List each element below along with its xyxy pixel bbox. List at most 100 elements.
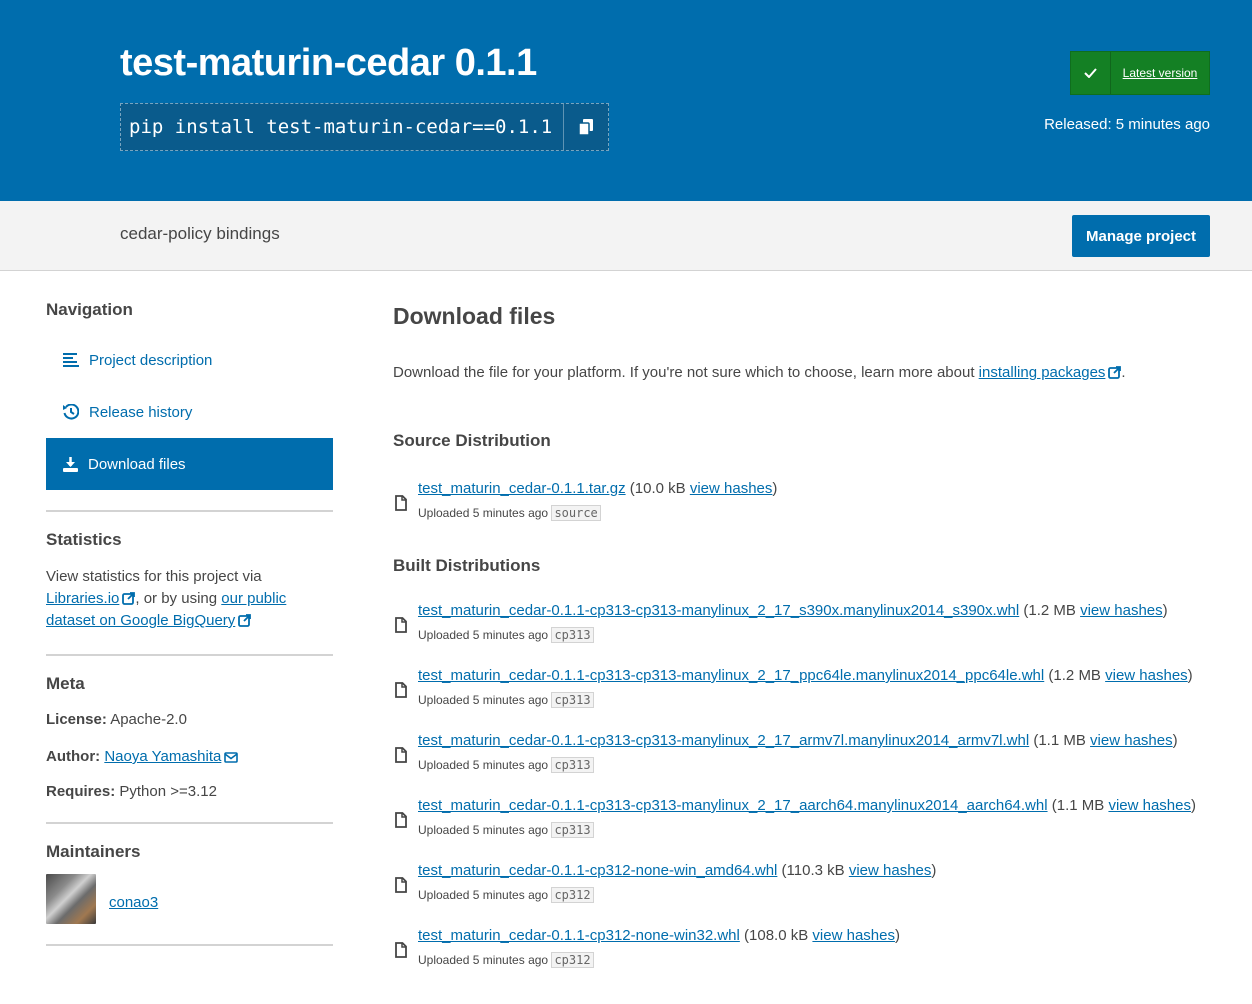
python-tag: cp312 [551,887,594,903]
libraries-io-link[interactable]: Libraries.io [46,590,136,607]
copy-button[interactable] [563,104,608,150]
statistics-text: View statistics for this project via Lib… [46,566,333,632]
meta-heading: Meta [46,674,85,693]
package-title: test-maturin-cedar 0.1.1 [120,42,537,84]
file-icon [395,942,407,958]
author-row: Author: Naoya Yamashita [46,748,333,765]
file-download-link[interactable]: test_maturin_cedar-0.1.1-cp312-none-win_… [418,862,777,879]
upload-info: Uploaded 5 minutes ago source [418,505,1213,521]
view-hashes-link[interactable]: view hashes [1105,667,1188,684]
file-row: test_maturin_cedar-0.1.1-cp313-cp313-man… [393,667,1213,732]
requires-label: Requires: [46,783,116,800]
file-size: 1.1 MB [1056,797,1105,814]
view-hashes-link[interactable]: view hashes [812,927,895,944]
python-tag: source [551,505,601,521]
uploaded-time: Uploaded 5 minutes ago [418,628,549,642]
external-link-icon [238,614,252,627]
file-icon [395,747,407,763]
file-icon-wrap [395,877,407,898]
file-download-link[interactable]: test_maturin_cedar-0.1.1-cp313-cp313-man… [418,602,1019,619]
file-download-link[interactable]: test_maturin_cedar-0.1.1.tar.gz [418,480,626,497]
stats-text: View statistics for this project via [46,568,262,585]
license-label: License: [46,711,107,728]
upload-info: Uploaded 5 minutes ago cp312 [418,887,1213,903]
latest-version-badge[interactable]: Latest version [1070,51,1210,95]
file-icon-wrap [395,682,407,703]
divider [46,654,333,656]
divider [46,944,333,946]
built-distributions-heading: Built Distributions [393,556,541,575]
manage-project-button[interactable]: Manage project [1072,215,1210,257]
external-link-icon [1108,366,1122,379]
avatar[interactable] [46,874,96,924]
author-label: Author: [46,748,101,765]
vertical-nav: Project description Release history Down… [46,334,333,490]
package-summary: cedar-policy bindings [120,224,280,243]
file-download-link[interactable]: test_maturin_cedar-0.1.1-cp313-cp313-man… [418,667,1044,684]
uploaded-time: Uploaded 5 minutes ago [418,953,549,967]
upload-info: Uploaded 5 minutes ago cp313 [418,822,1213,838]
file-line: test_maturin_cedar-0.1.1.tar.gz (10.0 kB… [418,480,778,497]
file-line: test_maturin_cedar-0.1.1-cp313-cp313-man… [418,797,1196,814]
file-size: 108.0 kB [749,927,809,944]
view-hashes-link[interactable]: view hashes [1090,732,1173,749]
file-icon-wrap [395,747,407,768]
stats-text: , or by using [135,590,218,607]
maintainer-item[interactable]: conao3 [46,874,333,924]
file-icon [395,495,407,511]
uploaded-time: Uploaded 5 minutes ago [418,758,549,772]
file-size: 1.2 MB [1028,602,1076,619]
upload-info: Uploaded 5 minutes ago cp313 [418,692,1213,708]
upload-info: Uploaded 5 minutes ago cp313 [418,757,1213,773]
requires-row: Requires: Python >=3.12 [46,783,333,800]
file-line: test_maturin_cedar-0.1.1-cp313-cp313-man… [418,602,1168,619]
pip-command-box: pip install test-maturin-cedar==0.1.1 [120,103,609,151]
nav-download-files[interactable]: Download files [46,438,333,490]
nav-label: Project description [89,351,213,369]
installing-packages-link[interactable]: installing packages [979,364,1122,381]
check-icon [1071,52,1111,94]
view-hashes-link[interactable]: view hashes [690,480,773,497]
file-download-link[interactable]: test_maturin_cedar-0.1.1-cp313-cp313-man… [418,797,1048,814]
file-row: test_maturin_cedar-0.1.1-cp313-cp313-man… [393,602,1213,667]
nav-label: Download files [88,455,186,473]
file-size: 1.2 MB [1053,667,1101,684]
envelope-icon [224,752,239,763]
python-tag: cp313 [551,627,594,643]
upload-info: Uploaded 5 minutes ago cp313 [418,627,1213,643]
author-email-link[interactable]: Naoya Yamashita [104,748,239,765]
license-row: License: Apache-2.0 [46,711,333,728]
maintainers-heading: Maintainers [46,842,141,861]
align-left-icon [63,353,79,367]
file-line: test_maturin_cedar-0.1.1-cp312-none-win3… [418,927,900,944]
requires-value: Python >=3.12 [119,783,217,800]
author-value: Naoya Yamashita [104,748,222,765]
uploaded-time: Uploaded 5 minutes ago [418,693,549,707]
nav-label: Release history [89,403,193,421]
view-hashes-link[interactable]: view hashes [849,862,932,879]
view-hashes-link[interactable]: view hashes [1080,602,1163,619]
file-download-link[interactable]: test_maturin_cedar-0.1.1-cp313-cp313-man… [418,732,1029,749]
file-line: test_maturin_cedar-0.1.1-cp313-cp313-man… [418,732,1178,749]
download-icon [63,456,78,472]
file-download-link[interactable]: test_maturin_cedar-0.1.1-cp312-none-win3… [418,927,740,944]
maintainer-link[interactable]: conao3 [109,894,158,911]
latest-version-link[interactable]: Latest version [1111,52,1209,94]
file-line: test_maturin_cedar-0.1.1-cp313-cp313-man… [418,667,1193,684]
file-icon-wrap [395,812,407,833]
release-date: Released: 5 minutes ago [1044,116,1210,133]
copy-icon [579,119,593,135]
history-icon [63,404,79,420]
view-hashes-link[interactable]: view hashes [1108,797,1191,814]
nav-release-history[interactable]: Release history [46,386,333,438]
pip-command[interactable]: pip install test-maturin-cedar==0.1.1 [121,104,563,150]
file-icon-wrap [395,942,407,963]
file-icon-wrap [395,495,407,516]
file-icon [395,877,407,893]
file-icon [395,812,407,828]
nav-project-description[interactable]: Project description [46,334,333,386]
divider [46,822,333,824]
file-size: 110.3 kB [786,862,845,879]
statistics-heading: Statistics [46,530,122,549]
download-files-heading: Download files [393,303,556,329]
